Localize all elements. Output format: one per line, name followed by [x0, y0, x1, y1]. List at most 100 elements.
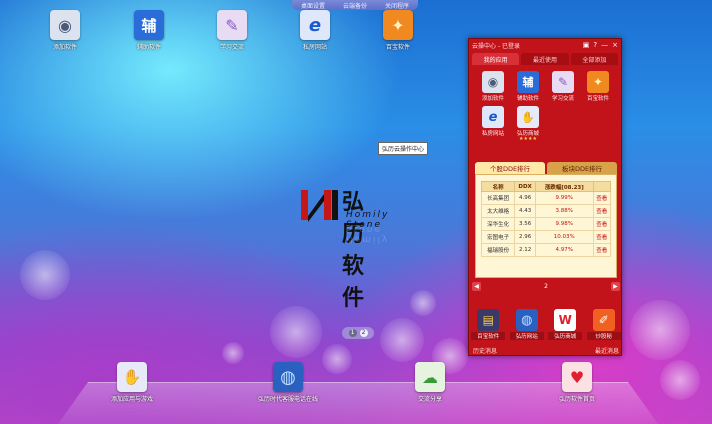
view-link[interactable]: 查看 — [592, 217, 612, 231]
column-header-ddx: DDX — [514, 181, 536, 192]
change-value: 9.98% — [534, 217, 594, 231]
desktop-settings-button[interactable]: 桌面设置 — [301, 1, 325, 10]
table-row: 宏图电子 2.96 10.03% 查看 — [480, 230, 612, 244]
panel-app-private-sites[interactable]: e 私房网站 — [477, 106, 509, 142]
fu-icon: 辅 — [517, 71, 539, 93]
panel-tabs: 我的应用 最近使用 全部添加 — [469, 51, 621, 65]
change-value: 3.88% — [534, 204, 594, 218]
globe-icon: ◍ — [273, 362, 303, 392]
change-value: 10.03% — [534, 230, 594, 244]
help-icon[interactable]: ? — [593, 41, 597, 49]
change-value: 4.97% — [534, 243, 594, 257]
panel-app-label: 百宝软件 — [586, 96, 609, 102]
tab-add-all[interactable]: 全部添加 — [570, 53, 618, 65]
skin-icon[interactable]: ▣ — [583, 41, 590, 49]
panel-app-study[interactable]: ✎ 学习交流 — [547, 71, 579, 102]
dock-icon-label: 弘历时代客服电话在线 — [258, 396, 319, 403]
history-messages-link[interactable]: 历史消息 — [473, 346, 497, 355]
tab-stock-dde-ranking[interactable]: 个股DDE排行 — [475, 162, 545, 174]
ddx-value: 2.96 — [514, 230, 536, 244]
view-link[interactable]: 查看 — [592, 204, 612, 218]
fu-icon: 辅 — [134, 10, 164, 40]
ie-icon: e — [300, 10, 330, 40]
treasure-icon: ✦ — [383, 10, 413, 40]
table-row: 福瑞股份 2.12 4.97% 查看 — [480, 243, 612, 257]
panel-app-label: 私房网站 — [481, 131, 504, 137]
next-page-icon[interactable]: ▶ — [610, 281, 620, 291]
tray-item-label: 炒股秘 — [586, 332, 621, 340]
desktop-icon-study-exchange[interactable]: ✎ 学习交流 — [210, 10, 254, 51]
tray-item-label: 弘历商城 — [548, 332, 583, 340]
pen-icon: ✐ — [592, 309, 615, 331]
minimize-icon[interactable]: — — [601, 41, 608, 49]
rating-stars: ★★★★ — [519, 136, 537, 142]
panel-app-label: 添加软件 — [481, 96, 504, 102]
cloud-backup-button[interactable]: 云端备份 — [343, 1, 367, 10]
change-value: 9.99% — [534, 191, 594, 205]
tab-my-apps[interactable]: 我的应用 — [472, 53, 520, 65]
globe-icon: ◍ — [515, 309, 538, 331]
dock-icon-support[interactable]: ◍ 弘历时代客服电话在线 — [258, 362, 318, 403]
prev-page-icon[interactable]: ◀ — [472, 281, 481, 291]
pencil-icon: ✎ — [217, 10, 247, 40]
page-2-button[interactable]: 2 — [359, 329, 368, 337]
tab-sector-dde-ranking[interactable]: 板块DDE排行 — [547, 162, 617, 174]
panel-app-assist[interactable]: 辅 辅助软件 — [512, 71, 544, 102]
column-header-action — [592, 181, 612, 192]
view-link[interactable]: 查看 — [592, 191, 612, 205]
tab-recent[interactable]: 最近使用 — [521, 53, 569, 65]
recent-messages-link[interactable]: 最近消息 — [595, 346, 619, 355]
tray-item-mall[interactable]: W 弘历商城 — [548, 309, 583, 340]
desktop-icon-label: 辅助软件 — [136, 44, 161, 51]
bokeh-light — [322, 344, 352, 374]
dock-icon-label: 弘历软件首页 — [558, 396, 595, 403]
tray-item-treasure[interactable]: ▤ 百宝软件 — [471, 309, 506, 340]
bokeh-light — [410, 290, 436, 316]
panel-titlebar: 云操中心 - 已登录 ▣ ? — × — [469, 39, 621, 51]
handshake-icon: ✋ — [517, 106, 539, 128]
page-1-button[interactable]: 1 — [348, 329, 357, 337]
table-row: 长高集团 4.96 9.99% 查看 — [480, 191, 612, 205]
dock-icon-add-apps[interactable]: ✋ 添加应用与游戏 — [110, 362, 154, 403]
panel-app-label: 学习交流 — [551, 96, 574, 102]
panel-app-mall[interactable]: ✋ 弘历商城 ★★★★ — [512, 106, 544, 142]
view-link[interactable]: 查看 — [592, 230, 612, 244]
desktop-icon-treasure-software[interactable]: ✦ 百宝软件 — [376, 10, 420, 51]
ie-icon: e — [482, 106, 504, 128]
desktop-icon-label: 百宝软件 — [385, 44, 410, 51]
desktop-pager: 1 2 — [342, 327, 374, 339]
panel-bottom-tray: ▤ 百宝软件 ◍ 弘历网站 W 弘历商城 ✐ 炒股秘 — [469, 307, 623, 343]
handshake-icon: ✋ — [117, 362, 147, 392]
logo-chinese-text: 弘历软件 — [342, 189, 367, 311]
tray-item-website[interactable]: ◍ 弘历网站 — [509, 309, 544, 340]
dock-icon-homepage[interactable]: ♥ 弘历软件首页 — [555, 362, 599, 403]
panel-app-treasure[interactable]: ✦ 百宝软件 — [582, 71, 614, 102]
panel-status-bar: 历史消息 最近消息 — [469, 345, 623, 356]
close-icon[interactable]: × — [612, 41, 618, 49]
close-program-button[interactable]: 关闭程序 — [385, 1, 409, 10]
bokeh-light — [380, 318, 424, 362]
cloud-center-panel: 云操中心 - 已登录 ▣ ? — × 我的应用 最近使用 全部添加 ◉ 添加软件… — [468, 38, 622, 356]
stock-name: 长高集团 — [480, 191, 516, 205]
column-header-change: 涨跌幅[08.23] — [534, 181, 594, 192]
panel-app-add-software[interactable]: ◉ 添加软件 — [477, 71, 509, 102]
view-link[interactable]: 查看 — [592, 243, 612, 257]
desktop-icon-assist-software[interactable]: 辅 辅助软件 — [127, 10, 171, 51]
dock-icon-exchange[interactable]: ☁ 交流分享 — [408, 362, 452, 403]
bokeh-light — [270, 306, 322, 358]
tooltip: 弘历云操作中心 — [378, 142, 429, 155]
folder-icon: ▤ — [477, 309, 500, 331]
stock-name: 深华生化 — [480, 217, 516, 231]
stock-name: 宏图电子 — [480, 230, 516, 244]
panel-app-label: 辅助软件 — [516, 96, 539, 102]
bokeh-light — [222, 342, 244, 364]
ddx-value: 3.56 — [514, 217, 536, 231]
lips-icon: ♥ — [562, 362, 592, 392]
desktop-icon-add-software[interactable]: ◉ 添加软件 — [43, 10, 87, 51]
tray-item-tips[interactable]: ✐ 炒股秘 — [586, 309, 621, 340]
panel-title: 云操中心 - 已登录 — [472, 42, 520, 50]
panel-app-grid: ◉ 添加软件 辅 辅助软件 ✎ 学习交流 ✦ 百宝软件 e 私房网站 ✋ 弘历商… — [469, 65, 621, 148]
desktop-icon-label: 添加软件 — [52, 44, 77, 51]
desktop-icon-private-sites[interactable]: e 私房网站 — [293, 10, 337, 51]
logo-reflection: Homily Stone — [346, 224, 390, 244]
